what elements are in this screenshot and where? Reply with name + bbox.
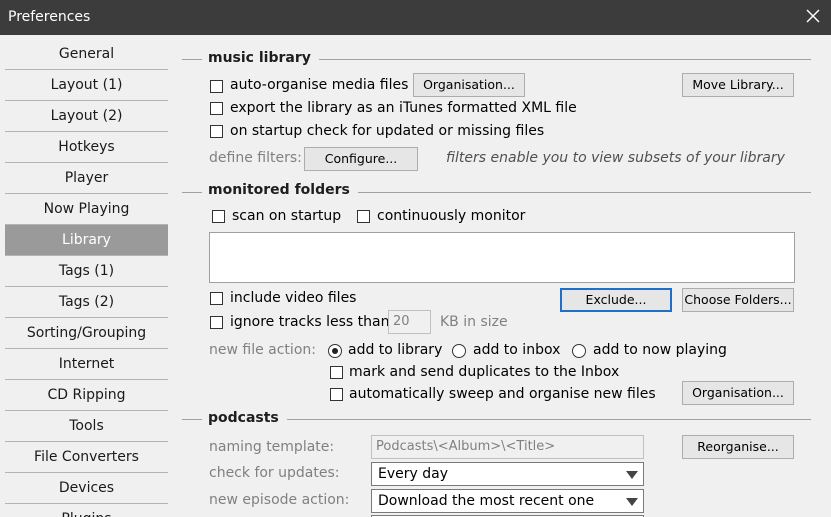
naming-template-input[interactable]: Podcasts\<Album>\<Title> (371, 435, 644, 459)
move-library-button[interactable]: Move Library... (682, 73, 794, 97)
scan-on-startup-checkbox[interactable] (212, 210, 225, 223)
ignore-tracks-checkbox[interactable] (210, 316, 223, 329)
sidebar-item-now-playing[interactable]: Now Playing (5, 194, 168, 225)
add-to-now-playing-radio[interactable] (572, 344, 586, 358)
naming-template-label: naming template: (209, 439, 335, 455)
startup-check-checkbox[interactable] (210, 125, 223, 138)
configure-filters-button[interactable]: Configure... (304, 147, 418, 171)
sidebar-item-tools[interactable]: Tools (5, 411, 168, 442)
check-updates-label: check for updates: (209, 465, 340, 481)
new-episode-label: new episode action: (209, 492, 350, 508)
scan-on-startup-label: scan on startup (232, 208, 342, 224)
organisation-button[interactable]: Organisation... (413, 73, 525, 97)
ignore-size-input[interactable]: 20 (388, 310, 431, 334)
title-bar: Preferences (0, 0, 831, 35)
add-to-now-playing-label: add to now playing (593, 342, 727, 358)
continuously-monitor-label: continuously monitor (377, 208, 526, 224)
check-updates-value: Every day (378, 466, 448, 482)
reorganise-button[interactable]: Reorganise... (682, 435, 794, 459)
sidebar-item-layout-2[interactable]: Layout (2) (5, 101, 168, 132)
preferences-sidebar: General Layout (1) Layout (2) Hotkeys Pl… (5, 39, 168, 517)
chevron-down-icon (626, 471, 638, 479)
define-filters-label: define filters: (209, 150, 302, 166)
add-to-library-label: add to library (348, 342, 443, 358)
auto-sweep-label: automatically sweep and organise new fil… (349, 386, 656, 402)
auto-organise-checkbox[interactable] (210, 80, 223, 93)
new-episode-value: Download the most recent one (378, 493, 595, 509)
window-title: Preferences (8, 9, 91, 25)
sidebar-item-player[interactable]: Player (5, 163, 168, 194)
mark-duplicates-label: mark and send duplicates to the Inbox (349, 364, 620, 380)
sidebar-item-plugins[interactable]: Plugins (5, 504, 168, 517)
export-xml-checkbox[interactable] (210, 102, 223, 115)
add-to-inbox-radio[interactable] (452, 344, 466, 358)
filters-hint: filters enable you to view subsets of yo… (446, 150, 785, 166)
mark-duplicates-checkbox[interactable] (330, 366, 343, 379)
sweep-organisation-button[interactable]: Organisation... (682, 381, 794, 405)
sidebar-item-sorting-grouping[interactable]: Sorting/Grouping (5, 318, 168, 349)
startup-check-label: on startup check for updated or missing … (230, 123, 545, 139)
sidebar-item-tags-2[interactable]: Tags (2) (5, 287, 168, 318)
continuously-monitor-checkbox[interactable] (357, 210, 370, 223)
auto-organise-label: auto-organise media files (230, 77, 409, 93)
library-settings-panel: music library auto-organise media files … (168, 35, 831, 517)
sidebar-item-layout-1[interactable]: Layout (1) (5, 70, 168, 101)
sidebar-item-hotkeys[interactable]: Hotkeys (5, 132, 168, 163)
ignore-size-unit: KB in size (440, 314, 508, 330)
add-to-library-radio[interactable] (328, 344, 342, 358)
sidebar-item-cd-ripping[interactable]: CD Ripping (5, 380, 168, 411)
choose-folders-button[interactable]: Choose Folders... (682, 288, 794, 312)
include-video-checkbox[interactable] (210, 292, 223, 305)
section-title-monitored-folders: monitored folders (202, 182, 358, 198)
sidebar-item-tags-1[interactable]: Tags (1) (5, 256, 168, 287)
export-xml-label: export the library as an iTunes formatte… (230, 100, 577, 116)
sidebar-item-devices[interactable]: Devices (5, 473, 168, 504)
sidebar-item-general[interactable]: General (5, 39, 168, 70)
sidebar-item-internet[interactable]: Internet (5, 349, 168, 380)
new-file-action-label: new file action: (209, 342, 316, 358)
new-episode-select[interactable]: Download the most recent one (371, 489, 644, 513)
add-to-inbox-label: add to inbox (473, 342, 561, 358)
exclude-button[interactable]: Exclude... (560, 288, 672, 312)
section-title-music-library: music library (202, 50, 319, 66)
monitored-folders-list[interactable] (209, 232, 795, 283)
sidebar-item-library[interactable]: Library (5, 225, 168, 256)
chevron-down-icon (626, 498, 638, 506)
section-title-podcasts: podcasts (202, 410, 287, 426)
check-updates-select[interactable]: Every day (371, 462, 644, 486)
close-icon[interactable] (804, 7, 822, 25)
sidebar-item-file-converters[interactable]: File Converters (5, 442, 168, 473)
ignore-tracks-label: ignore tracks less than (230, 314, 390, 330)
auto-sweep-checkbox[interactable] (330, 388, 343, 401)
include-video-label: include video files (230, 290, 357, 306)
